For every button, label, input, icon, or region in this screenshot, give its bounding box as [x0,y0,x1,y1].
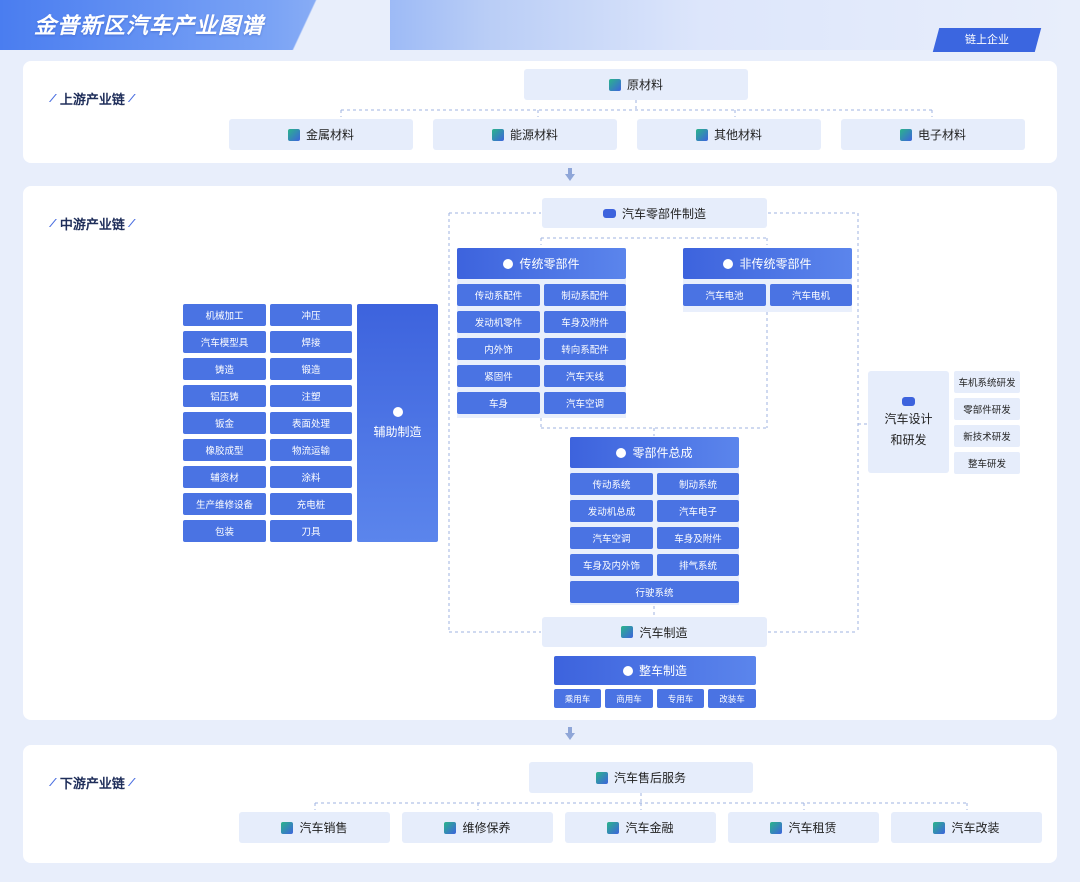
maintenance-node[interactable]: 维修保养 [402,812,553,843]
modification-icon [933,821,946,834]
car-modification-label: 汽车改装 [951,821,1000,835]
car-finance-label: 汽车金融 [625,821,674,835]
car-rental-node[interactable]: 汽车租赁 [728,812,879,843]
car-sales-node[interactable]: 汽车销售 [239,812,390,843]
car-finance-node[interactable]: 汽车金融 [565,812,716,843]
car-sales-label: 汽车销售 [299,821,348,835]
rental-icon [770,821,783,834]
car-rental-label: 汽车租赁 [788,821,837,835]
wrench-icon [444,821,457,834]
car-sales-icon [281,821,294,834]
maintenance-label: 维修保养 [462,821,511,835]
car-modification-node[interactable]: 汽车改装 [891,812,1042,843]
finance-icon [607,821,620,834]
downstream-connectors [314,793,968,810]
